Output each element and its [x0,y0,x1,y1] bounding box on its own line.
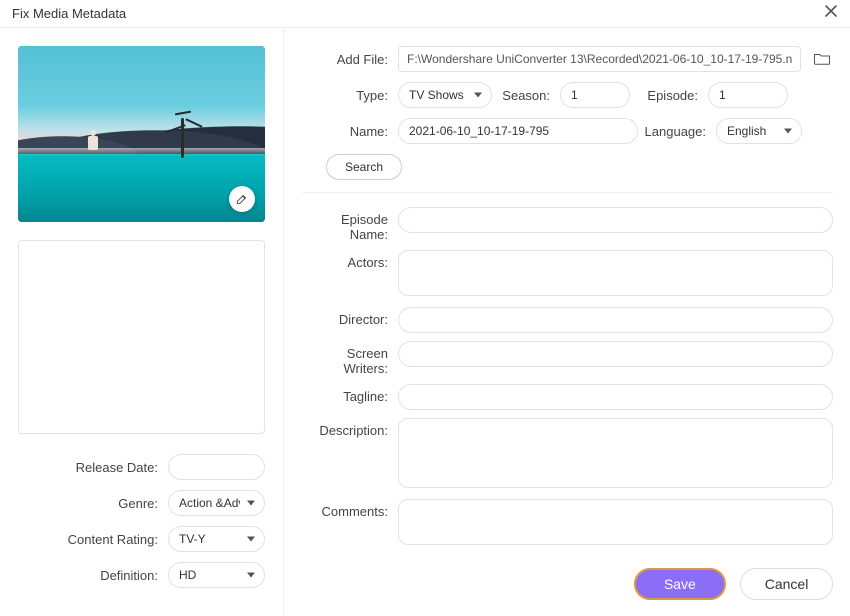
definition-select[interactable]: HD [168,562,265,588]
actors-label: Actors: [302,250,398,270]
season-label: Season: [492,88,560,103]
close-icon[interactable] [824,4,838,23]
search-button[interactable]: Search [326,154,402,180]
release-date-label: Release Date: [18,460,168,475]
left-pane: Release Date: Genre: Action &Adv Content… [0,28,284,616]
content-rating-select[interactable]: TV-Y [168,526,265,552]
genre-label: Genre: [18,496,168,511]
language-select[interactable]: English [716,118,802,144]
type-select[interactable]: TV Shows [398,82,492,108]
episode-label: Episode: [630,88,708,103]
add-file-label: Add File: [302,52,398,67]
release-date-input[interactable] [168,454,265,480]
browse-folder-icon[interactable] [811,48,833,70]
type-label: Type: [302,88,398,103]
director-input[interactable] [398,307,833,333]
actors-input[interactable] [398,250,833,296]
description-label: Description: [302,418,398,438]
language-label: Language: [638,124,716,139]
genre-select[interactable]: Action &Adv [168,490,265,516]
name-label: Name: [302,124,398,139]
episode-name-input[interactable] [398,207,833,233]
add-file-path[interactable]: F:\Wondershare UniConverter 13\Recorded\… [398,46,801,72]
tagline-label: Tagline: [302,384,398,404]
episode-name-label: Episode Name: [302,207,398,242]
save-button[interactable]: Save [634,568,726,600]
media-thumbnail [18,46,265,222]
description-input[interactable] [398,418,833,488]
definition-label: Definition: [18,568,168,583]
edit-thumbnail-button[interactable] [229,186,255,212]
poster-placeholder[interactable] [18,240,265,434]
right-pane: Add File: F:\Wondershare UniConverter 13… [284,28,850,616]
comments-input[interactable] [398,499,833,545]
name-input[interactable] [398,118,638,144]
screen-writers-label: Screen Writers: [302,341,398,376]
episode-input[interactable] [708,82,788,108]
titlebar: Fix Media Metadata [0,0,850,28]
screen-writers-input[interactable] [398,341,833,367]
content-rating-label: Content Rating: [18,532,168,547]
director-label: Director: [302,307,398,327]
season-input[interactable] [560,82,630,108]
cancel-button[interactable]: Cancel [740,568,834,600]
comments-label: Comments: [302,499,398,519]
window-title: Fix Media Metadata [12,6,126,21]
tagline-input[interactable] [398,384,833,410]
divider [302,192,833,193]
